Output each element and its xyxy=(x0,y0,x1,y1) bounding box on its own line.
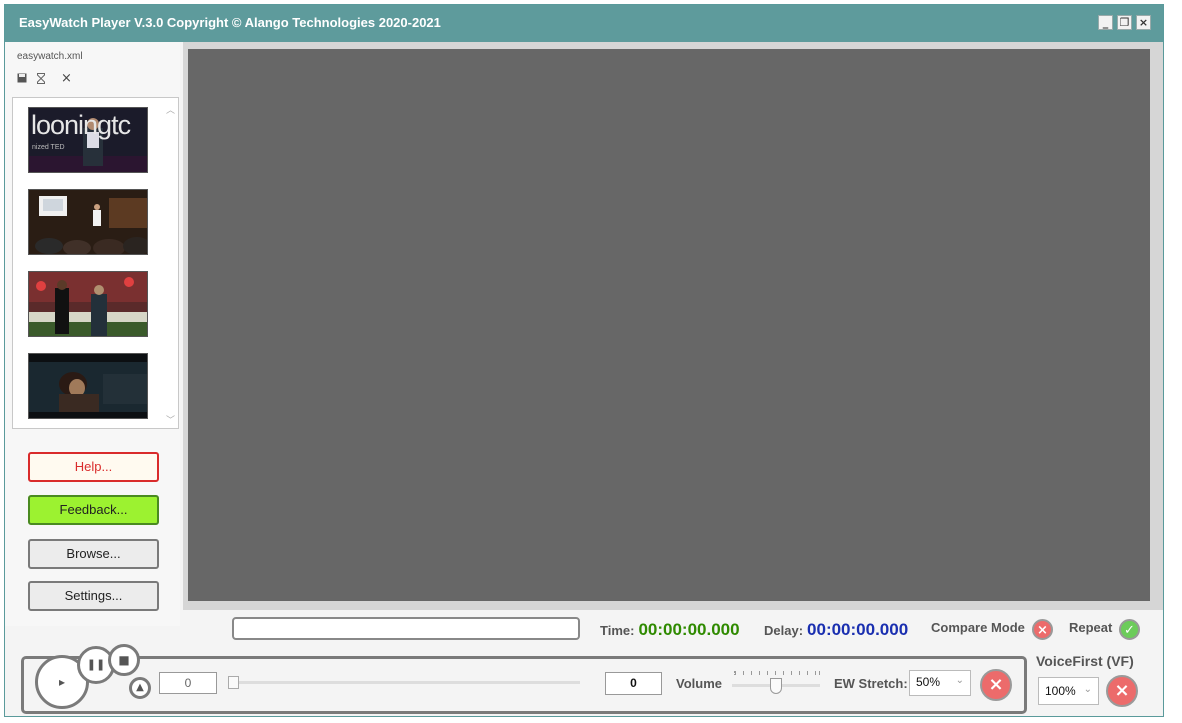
voicefirst-label: VoiceFirst (VF) xyxy=(1036,653,1134,669)
help-button[interactable]: Help... xyxy=(28,452,159,482)
volume-input[interactable]: 0 xyxy=(605,672,662,695)
close-window-button[interactable]: × xyxy=(1136,15,1151,30)
thumbnail-text: looningtc xyxy=(31,110,131,140)
stop-button[interactable]: ■ xyxy=(108,644,140,676)
volume-label: Volume xyxy=(676,676,722,691)
left-panel: easywatch.xml × ︿ looningtc nized TED ﹀ … xyxy=(5,42,180,626)
ew-stretch-off-icon[interactable]: × xyxy=(980,669,1012,701)
playlist-thumbnail[interactable] xyxy=(28,271,148,337)
playlist-thumbnail[interactable] xyxy=(28,189,148,255)
feedback-button[interactable]: Feedback... xyxy=(28,495,159,525)
scroll-down-icon[interactable]: ﹀ xyxy=(166,413,175,426)
position-slider[interactable] xyxy=(228,676,580,689)
volume-slider-thumb[interactable] xyxy=(770,678,782,694)
repeat-on-icon[interactable]: ✓ xyxy=(1119,619,1140,640)
easywatch-window: EasyWatch Player V.3.0 Copyright © Alang… xyxy=(4,4,1164,717)
voicefirst-off-icon[interactable]: × xyxy=(1106,675,1138,707)
hourglass-icon[interactable] xyxy=(37,73,45,87)
repeat-label: Repeat xyxy=(1069,620,1113,635)
position-input[interactable]: 0 xyxy=(159,672,217,694)
chevron-down-icon: ⌄ xyxy=(955,675,964,686)
position-slider-thumb[interactable] xyxy=(228,676,239,689)
ew-stretch-label: EW Stretch: xyxy=(834,676,908,691)
playlist-thumbnail[interactable] xyxy=(28,353,148,419)
settings-button[interactable]: Settings... xyxy=(28,581,159,611)
browse-button[interactable]: Browse... xyxy=(28,539,159,569)
ew-stretch-dropdown[interactable]: 50% ⌄ xyxy=(909,670,971,696)
playlist-filename: easywatch.xml xyxy=(17,51,83,62)
chevron-down-icon: ⌄ xyxy=(1083,684,1092,695)
time-label: Time: xyxy=(600,623,635,638)
eject-button[interactable]: ▲ xyxy=(129,677,151,699)
time-value: 00:00:00.000 xyxy=(638,620,740,639)
progress-bar[interactable] xyxy=(232,617,580,640)
playlist-thumbnail[interactable]: looningtc nized TED xyxy=(28,107,148,173)
close-icon[interactable]: × xyxy=(61,71,72,86)
volume-slider[interactable] xyxy=(732,669,820,699)
video-area xyxy=(183,42,1163,610)
delay-value: 00:00:00.000 xyxy=(807,620,909,639)
delay-label: Delay: xyxy=(764,623,804,638)
time-display: Time: 00:00:00.000 xyxy=(600,620,740,640)
scroll-up-icon[interactable]: ︿ xyxy=(166,103,175,116)
voicefirst-dropdown[interactable]: 100% ⌄ xyxy=(1038,677,1099,705)
thumbnail-caption: nized TED xyxy=(32,144,65,151)
compare-mode-label: Compare Mode xyxy=(931,620,1025,635)
minimize-button[interactable]: _ xyxy=(1098,15,1113,30)
restore-button[interactable]: ❐ xyxy=(1117,15,1132,30)
title-bar: EasyWatch Player V.3.0 Copyright © Alang… xyxy=(5,5,1163,42)
video-screen[interactable] xyxy=(188,49,1150,601)
playlist: ︿ looningtc nized TED ﹀ xyxy=(12,97,179,429)
window-title: EasyWatch Player V.3.0 Copyright © Alang… xyxy=(19,15,441,30)
ew-stretch-value: 50% xyxy=(916,675,941,689)
save-icon[interactable] xyxy=(17,73,27,86)
voicefirst-value: 100% xyxy=(1045,684,1076,698)
compare-mode-off-icon[interactable]: × xyxy=(1032,619,1053,640)
delay-display: Delay: 00:00:00.000 xyxy=(764,620,908,640)
